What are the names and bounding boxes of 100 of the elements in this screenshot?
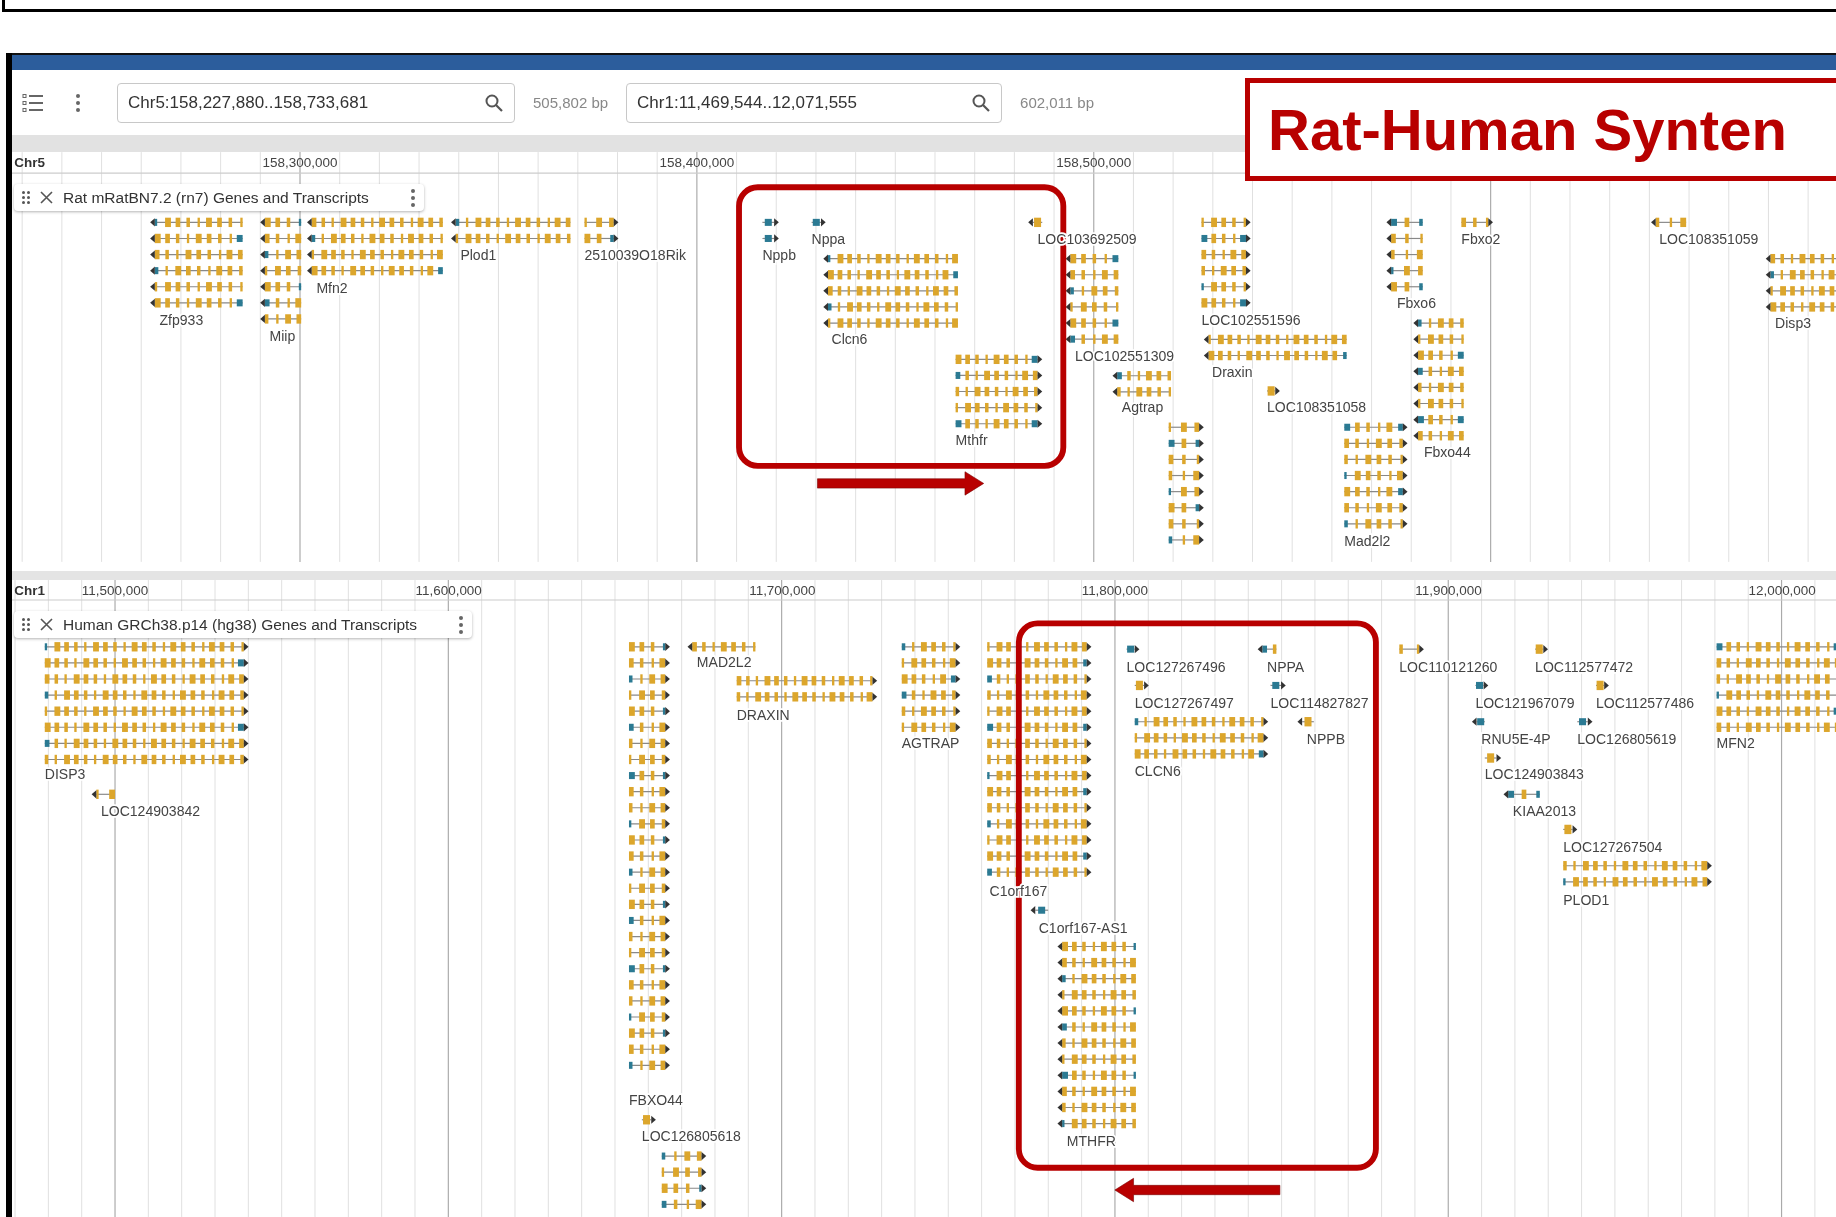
gene-label: Agtrap bbox=[1121, 399, 1164, 416]
ruler-label: 158,400,000 bbox=[659, 155, 735, 171]
gene-glyph[interactable] bbox=[583, 217, 619, 244]
gene-glyph[interactable] bbox=[1413, 318, 1465, 441]
gene-label: Fbxo44 bbox=[1423, 443, 1471, 460]
gene-glyph[interactable] bbox=[1534, 644, 1548, 654]
gene-glyph[interactable] bbox=[1065, 254, 1119, 344]
gene-glyph[interactable] bbox=[260, 217, 302, 324]
gene-label: MAD2L2 bbox=[696, 654, 752, 670]
gene-label: LOC124903842 bbox=[101, 802, 201, 819]
gene-label: LOC112577486 bbox=[1596, 695, 1695, 711]
more-icon[interactable] bbox=[75, 92, 81, 113]
gene-glyph[interactable] bbox=[1028, 217, 1043, 228]
chromosome-label: Chr5 bbox=[14, 155, 45, 171]
gene-label: NPPA bbox=[1267, 658, 1305, 675]
ruler-label: 12,000,000 bbox=[1748, 583, 1816, 599]
gene-label: C1orf167-AS1 bbox=[1038, 919, 1128, 936]
gene-glyph[interactable] bbox=[91, 789, 116, 799]
gene-glyph[interactable] bbox=[1651, 217, 1687, 228]
list-icon[interactable] bbox=[22, 92, 44, 113]
gene-label: KIAA2013 bbox=[1512, 802, 1577, 819]
location-field[interactable]: Chr1:11,469,544..12,071,555 bbox=[626, 82, 1003, 123]
gene-glyph[interactable] bbox=[1134, 680, 1149, 691]
gene-label: NPPB bbox=[1306, 731, 1346, 748]
gene-label: DRAXIN bbox=[736, 706, 790, 723]
gene-label: LOC110121260 bbox=[1399, 658, 1498, 675]
gene-label: LOC108351058 bbox=[1267, 399, 1367, 416]
gene-glyph[interactable] bbox=[1503, 789, 1541, 799]
gene-glyph[interactable] bbox=[1200, 217, 1251, 308]
gene-glyph[interactable] bbox=[1471, 717, 1486, 726]
gene-label: LOC108351059 bbox=[1659, 230, 1759, 247]
gene-label: Mfn2 bbox=[316, 279, 348, 296]
gene-label: MTHFR bbox=[1066, 1132, 1116, 1149]
gene-glyph[interactable] bbox=[1257, 644, 1277, 654]
search-icon[interactable] bbox=[971, 92, 992, 113]
gene-label: FBXO44 bbox=[629, 1091, 683, 1108]
gene-label: RNU5E-4P bbox=[1481, 731, 1551, 748]
gene-label: LOC127267504 bbox=[1563, 839, 1663, 855]
gene-glyph[interactable] bbox=[641, 1115, 656, 1125]
gene-glyph[interactable] bbox=[811, 218, 826, 227]
close-icon[interactable] bbox=[40, 618, 53, 631]
gene-label: Draxin bbox=[1212, 364, 1253, 381]
gene-label: LOC127267497 bbox=[1134, 695, 1234, 711]
gene-glyph[interactable] bbox=[1125, 645, 1140, 654]
search-icon[interactable] bbox=[484, 92, 504, 113]
gene-label: Nppa bbox=[811, 230, 846, 247]
gene-glyph[interactable] bbox=[687, 642, 756, 652]
gene-glyph[interactable] bbox=[1562, 824, 1578, 835]
gene-glyph[interactable] bbox=[1168, 422, 1204, 545]
ruler-label: 11,600,000 bbox=[415, 583, 482, 599]
annotation-title: Rat-Human Synten bbox=[1245, 78, 1836, 181]
gene-label: 2510039O18Rik bbox=[584, 247, 686, 264]
gene-glyph[interactable] bbox=[1576, 717, 1593, 726]
gene-label: LOC112577472 bbox=[1535, 658, 1634, 675]
gene-glyph[interactable] bbox=[1030, 906, 1049, 915]
gene-glyph[interactable] bbox=[1297, 717, 1315, 727]
gene-label: LOC102551309 bbox=[1075, 347, 1175, 364]
gene-label: Mad2l2 bbox=[1344, 532, 1391, 549]
gene-label: DISP3 bbox=[44, 766, 86, 783]
gene-label: AGTRAP bbox=[901, 734, 960, 751]
gene-glyph[interactable] bbox=[1386, 217, 1424, 292]
ruler-label: 11,800,000 bbox=[1081, 583, 1148, 599]
gene-glyph[interactable] bbox=[628, 642, 670, 1070]
ruler-label: 11,500,000 bbox=[81, 583, 149, 599]
location-field[interactable]: Chr5:158,227,880..158,733,681 bbox=[117, 82, 515, 123]
gene-label: LOC126805618 bbox=[641, 1128, 741, 1145]
track-title: Rat mRatBN7.2 (rn7) Genes and Transcripts bbox=[63, 188, 369, 207]
gene-label: Nppb bbox=[762, 247, 796, 264]
gene-glyph[interactable] bbox=[1484, 753, 1502, 763]
gene-label: Disp3 bbox=[1775, 315, 1811, 332]
gene-label: Fbxo2 bbox=[1461, 230, 1501, 247]
gene-label: LOC121967079 bbox=[1475, 695, 1575, 711]
gene-label: LOC126805619 bbox=[1577, 731, 1677, 748]
gene-glyph[interactable] bbox=[761, 218, 779, 243]
gene-glyph[interactable] bbox=[1474, 681, 1489, 690]
gene-label: Plod1 bbox=[460, 247, 497, 264]
span-length: 602,011 bp bbox=[1020, 94, 1095, 111]
drag-handle-icon[interactable] bbox=[22, 618, 30, 631]
gene-glyph[interactable] bbox=[1266, 386, 1280, 396]
gene-label: PLOD1 bbox=[1563, 891, 1610, 908]
more-icon[interactable] bbox=[458, 614, 465, 635]
ruler-label: 158,300,000 bbox=[262, 155, 338, 171]
drag-handle-icon[interactable] bbox=[22, 191, 30, 204]
gene-glyph[interactable] bbox=[1460, 217, 1493, 228]
close-icon[interactable] bbox=[40, 191, 53, 204]
ruler-label: 158,500,000 bbox=[1056, 155, 1132, 171]
gene-label: Zfp933 bbox=[159, 311, 204, 328]
gene-label: Fbxo6 bbox=[1397, 295, 1436, 312]
gene-glyph[interactable] bbox=[1595, 680, 1609, 691]
more-icon[interactable] bbox=[409, 187, 416, 208]
gene-label: MFN2 bbox=[1716, 734, 1755, 751]
gene-label: LOC114827827 bbox=[1270, 695, 1369, 711]
gene-label: Clcn6 bbox=[831, 331, 868, 348]
chromosome-label: Chr1 bbox=[14, 583, 45, 599]
gene-glyph[interactable] bbox=[986, 642, 1092, 877]
span-length: 505,802 bp bbox=[533, 94, 609, 111]
ruler-label: 11,700,000 bbox=[749, 583, 816, 599]
gene-glyph[interactable] bbox=[1269, 681, 1286, 690]
gene-glyph[interactable] bbox=[1398, 644, 1424, 654]
gene-label: LOC102551596 bbox=[1201, 311, 1301, 328]
